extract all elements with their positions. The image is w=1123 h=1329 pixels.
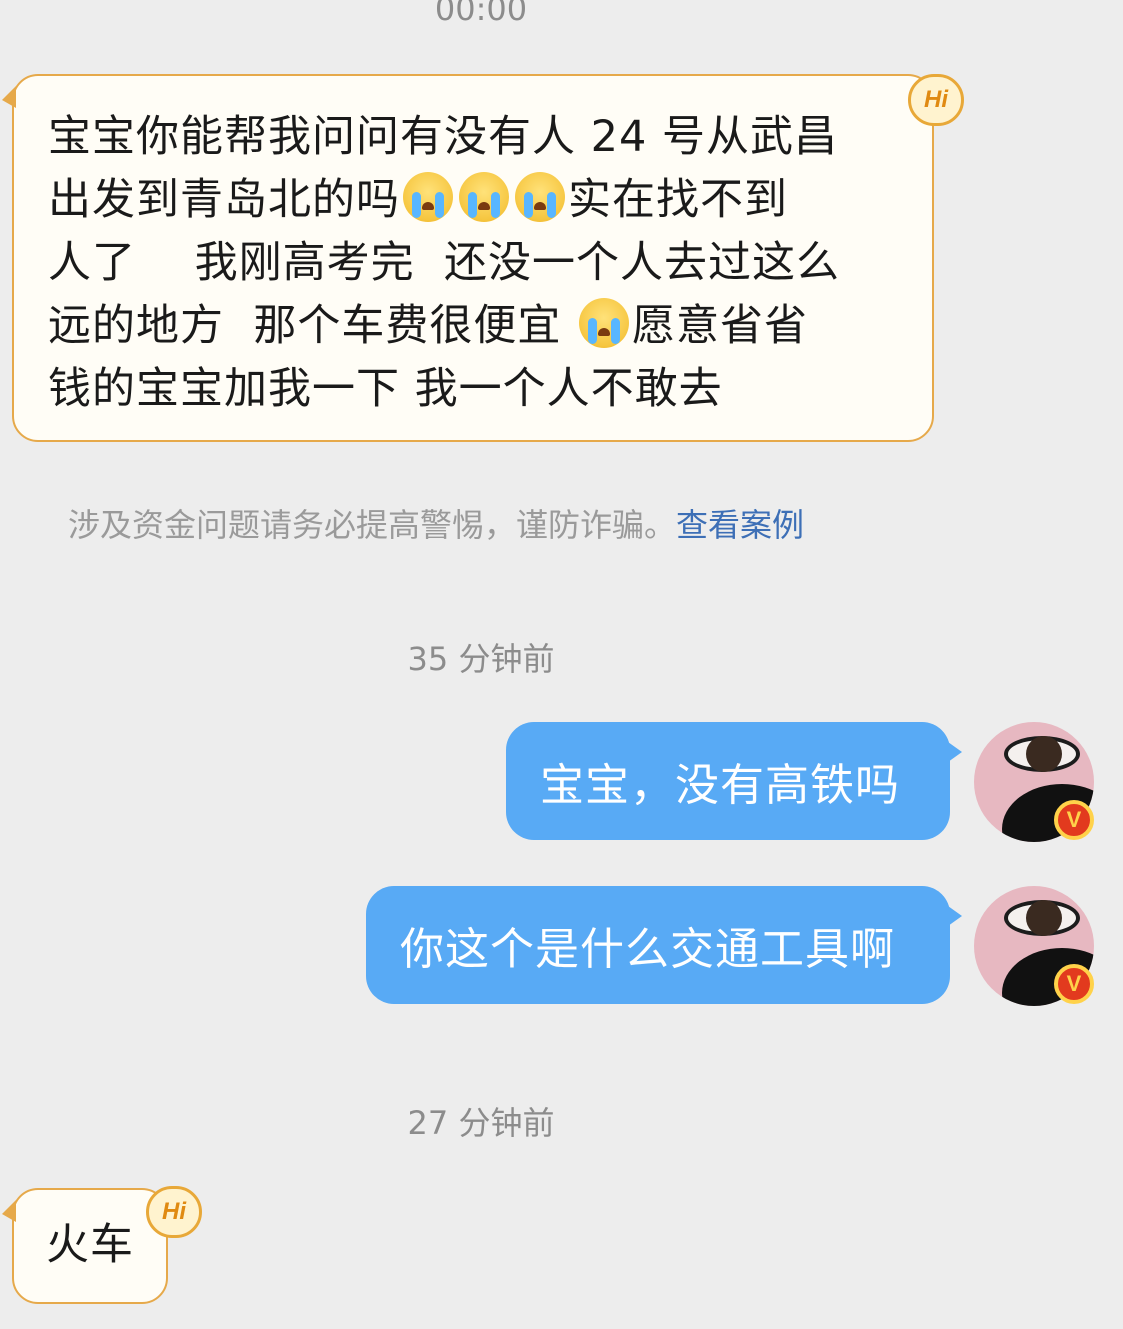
message-line-4-text-a: 远的地方 那个车费很便宜 bbox=[48, 301, 577, 351]
outgoing-message-text: 宝宝，没有高铁吗 bbox=[540, 760, 900, 811]
chat-timestamp-top: 00:00 bbox=[434, 0, 528, 28]
crying-emoji-icon bbox=[515, 172, 565, 222]
crying-emoji-icon bbox=[579, 298, 630, 348]
message-line-3: 人了 我刚高考完 还没一个人去过这么 bbox=[48, 238, 841, 288]
hi-badge-icon: Hi bbox=[908, 74, 964, 126]
outgoing-message-bubble[interactable]: 宝宝，没有高铁吗 bbox=[506, 722, 962, 840]
verified-v-icon: V bbox=[1054, 964, 1094, 1004]
message-line-2-text-a: 出发到青岛北的吗 bbox=[48, 175, 400, 225]
fraud-warning-notice: 涉及资金问题请务必提高警惕，谨防诈骗。查看案例 bbox=[68, 500, 804, 546]
crying-emoji-icon bbox=[403, 172, 453, 222]
crying-emoji-icon bbox=[459, 172, 509, 222]
message-line-2-text-b: 实在找不到 bbox=[568, 175, 788, 225]
outgoing-message-bubble[interactable]: 你这个是什么交通工具啊 bbox=[366, 886, 962, 1004]
incoming-message-bubble[interactable]: 火车 bbox=[2, 1188, 168, 1304]
chat-timestamp: 27 分钟前 bbox=[407, 1104, 555, 1142]
chat-timestamp: 35 分钟前 bbox=[407, 640, 555, 678]
outgoing-message-text: 你这个是什么交通工具啊 bbox=[400, 924, 895, 975]
avatar-eye bbox=[1004, 736, 1080, 772]
message-line-4: 远的地方 那个车费很便宜 愿意省省 bbox=[48, 295, 932, 358]
avatar-eye bbox=[1004, 900, 1080, 936]
message-line-4-text-b: 愿意省省 bbox=[632, 301, 809, 351]
view-cases-link[interactable]: 查看案例 bbox=[676, 506, 804, 544]
fraud-warning-text: 涉及资金问题请务必提高警惕，谨防诈骗。 bbox=[68, 506, 677, 544]
message-line-1: 宝宝你能帮我问问有没有人 24 号从武昌 bbox=[48, 112, 839, 162]
verified-v-icon: V bbox=[1054, 800, 1094, 840]
incoming-message-bubble[interactable]: 宝宝你能帮我问问有没有人 24 号从武昌 出发到青岛北的吗 实在找不到 人了 我刚… bbox=[2, 74, 934, 442]
message-line-2: 出发到青岛北的吗 实在找不到 bbox=[48, 169, 932, 232]
message-line-5: 钱的宝宝加我一下 我一个人不敢去 bbox=[48, 364, 723, 414]
hi-badge-icon: Hi bbox=[146, 1186, 202, 1238]
